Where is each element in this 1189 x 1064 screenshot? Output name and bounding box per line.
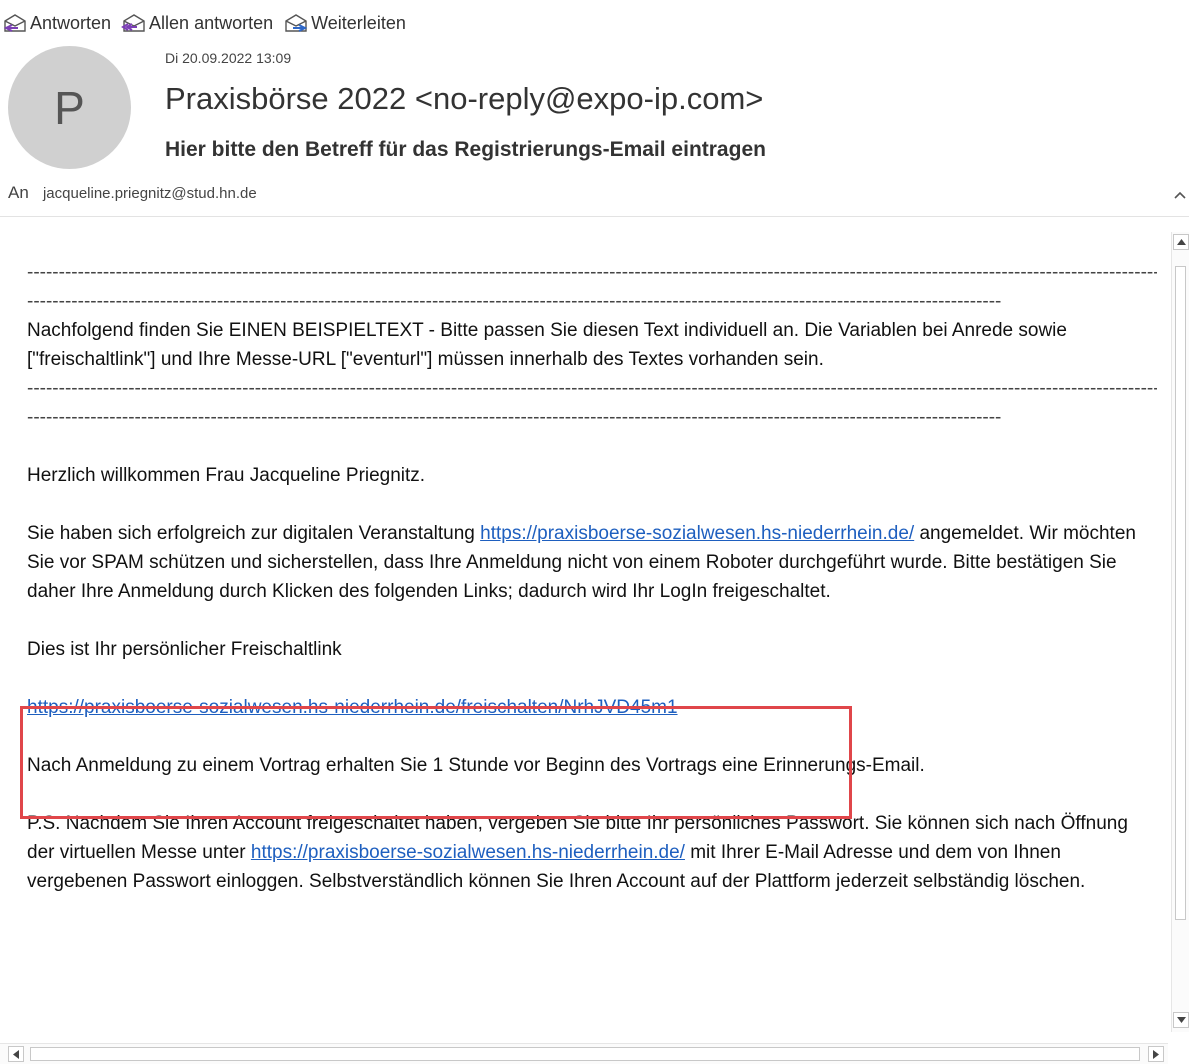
scroll-left-button[interactable] xyxy=(8,1046,24,1062)
message-body: ----------------------------------------… xyxy=(0,230,1168,1035)
reply-all-button[interactable]: Allen antworten xyxy=(121,12,273,34)
recipient-address[interactable]: jacqueline.priegnitz@stud.hn.de xyxy=(43,185,257,202)
sent-date: Di 20.09.2022 13:09 xyxy=(165,50,292,66)
scroll-right-button[interactable] xyxy=(1148,1046,1164,1062)
highlight-box xyxy=(20,706,852,819)
forward-icon xyxy=(285,14,308,32)
event-link[interactable]: https://praxisboerse-sozialwesen.hs-nied… xyxy=(480,523,914,544)
dash-separator: ----------------------------------------… xyxy=(27,291,1002,312)
vertical-scrollbar[interactable] xyxy=(1171,232,1189,1032)
ps-event-link[interactable]: https://praxisboerse-sozialwesen.hs-nied… xyxy=(251,842,685,863)
sender-name[interactable]: Praxisbörse 2022 <no-reply@expo-ip.com> xyxy=(165,81,763,117)
registration-paragraph: Sie haben sich erfolgreich zur digitalen… xyxy=(27,519,1157,606)
avatar-letter: P xyxy=(54,81,85,134)
scroll-up-button[interactable] xyxy=(1173,234,1189,250)
reply-icon xyxy=(3,14,26,32)
greeting-text: Herzlich willkommen Frau Jacqueline Prie… xyxy=(27,465,426,486)
arrow-up-icon xyxy=(1176,239,1186,245)
reply-label: Antworten xyxy=(30,12,112,33)
link-intro-text: Dies ist Ihr persönlicher Freischaltlink xyxy=(27,639,342,660)
scroll-down-button[interactable] xyxy=(1173,1012,1189,1028)
dash-separator: ----------------------------------------… xyxy=(27,262,1157,283)
ps-paragraph: P.S. Nachdem Sie Ihren Account freigesch… xyxy=(27,809,1157,896)
registration-text: Sie haben sich erfolgreich zur digitalen… xyxy=(27,523,481,544)
sender-avatar[interactable]: P xyxy=(8,46,131,169)
reply-all-label: Allen antworten xyxy=(149,12,274,33)
horizontal-scrollbar[interactable] xyxy=(0,1043,1168,1064)
vertical-scroll-thumb[interactable] xyxy=(1175,266,1186,920)
recipient-row: An jacqueline.priegnitz@stud.hn.de xyxy=(8,183,257,203)
arrow-right-icon xyxy=(1153,1049,1159,1059)
to-label: An xyxy=(8,183,29,202)
horizontal-scroll-thumb[interactable] xyxy=(30,1047,1140,1061)
arrow-down-icon xyxy=(1176,1017,1186,1023)
arrow-left-icon xyxy=(13,1049,19,1059)
message-subject: Hier bitte den Betreff für das Registrie… xyxy=(165,138,766,161)
reply-all-icon xyxy=(121,14,145,32)
chevron-up-icon[interactable] xyxy=(1174,186,1186,202)
dash-separator: ----------------------------------------… xyxy=(27,378,1157,399)
notice-text: Nachfolgend finden Sie EINEN BEISPIELTEX… xyxy=(27,320,1067,370)
dash-separator: ----------------------------------------… xyxy=(27,407,1002,428)
forward-label: Weiterleiten xyxy=(311,12,406,33)
message-toolbar: Antworten Allen antworten Weiterleiten xyxy=(0,8,416,38)
forward-button[interactable]: Weiterleiten xyxy=(283,12,406,34)
header-divider xyxy=(0,216,1189,217)
reply-button[interactable]: Antworten xyxy=(2,12,111,34)
